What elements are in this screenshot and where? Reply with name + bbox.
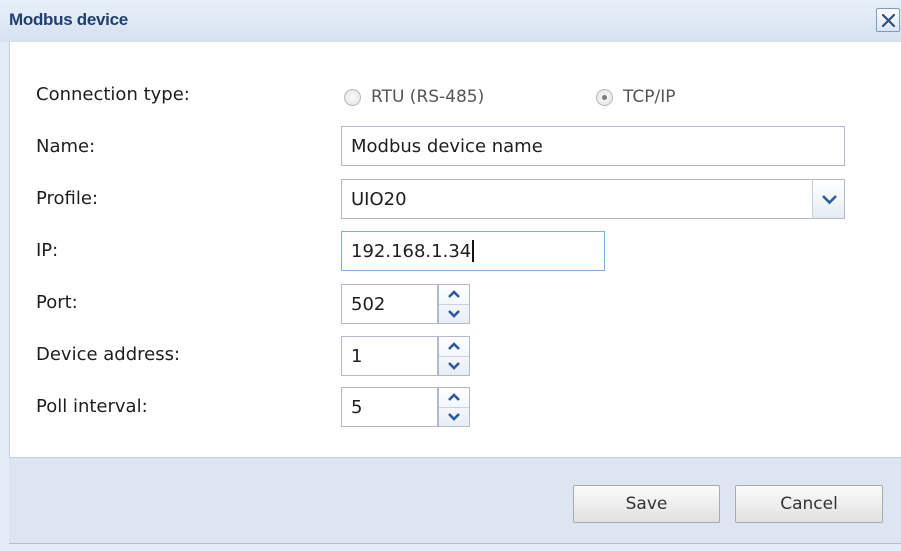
chevron-down-icon — [448, 413, 460, 421]
port-spinner[interactable] — [438, 284, 470, 324]
save-button-label: Save — [625, 494, 668, 514]
ip-label: IP: — [36, 240, 59, 261]
poll-interval-label: Poll interval: — [36, 396, 148, 417]
radio-rtu[interactable]: RTU (RS-485) — [344, 87, 484, 107]
cancel-button-label: Cancel — [780, 494, 838, 514]
device-address-label: Device address: — [36, 344, 181, 365]
device-address-field-value: 1 — [351, 345, 363, 367]
profile-select-value: UIO20 — [351, 188, 407, 210]
dialog-title: Modbus device — [9, 10, 128, 29]
profile-label: Profile: — [36, 188, 99, 209]
name-label: Name: — [36, 136, 96, 157]
poll-interval-spinner-down[interactable] — [439, 407, 469, 427]
cancel-button[interactable]: Cancel — [735, 485, 883, 523]
radio-tcpip[interactable]: TCP/IP — [596, 87, 676, 107]
port-spinner-up[interactable] — [439, 285, 469, 304]
chevron-up-icon — [448, 342, 460, 350]
device-address-spinner-down[interactable] — [439, 356, 469, 376]
dialog-bottom-edge — [9, 543, 901, 551]
chevron-down-icon — [448, 310, 460, 318]
device-address-spinner[interactable] — [438, 336, 470, 376]
radio-tcpip-circle[interactable] — [596, 88, 613, 106]
radio-rtu-circle[interactable] — [344, 88, 361, 106]
poll-interval-spinner-up[interactable] — [439, 388, 469, 407]
name-field[interactable]: Modbus device name — [341, 126, 845, 166]
ip-field[interactable]: 192.168.1.34 — [341, 231, 605, 271]
radio-rtu-label[interactable]: RTU (RS-485) — [371, 87, 484, 107]
profile-select[interactable]: UIO20 — [341, 179, 813, 219]
save-button[interactable]: Save — [573, 485, 720, 523]
chevron-down-icon — [822, 195, 837, 205]
chevron-up-icon — [448, 290, 460, 298]
poll-interval-spinner[interactable] — [438, 387, 470, 427]
close-button[interactable] — [876, 8, 900, 32]
port-field[interactable]: 502 — [341, 284, 438, 324]
modbus-device-dialog: Modbus device Connection type: RTU (RS-4… — [0, 0, 901, 551]
radio-tcpip-label[interactable]: TCP/IP — [623, 87, 676, 107]
name-field-value: Modbus device name — [351, 135, 543, 157]
device-address-field[interactable]: 1 — [341, 336, 438, 376]
port-label: Port: — [36, 292, 78, 313]
ip-field-value: 192.168.1.34 — [351, 240, 472, 262]
chevron-up-icon — [448, 393, 460, 401]
chevron-down-icon — [448, 362, 460, 370]
close-icon — [882, 14, 895, 27]
dialog-titlebar[interactable]: Modbus device — [0, 0, 901, 42]
device-address-spinner-up[interactable] — [439, 337, 469, 356]
profile-dropdown-button[interactable] — [812, 179, 845, 219]
text-caret — [472, 240, 475, 262]
poll-interval-field-value: 5 — [351, 396, 363, 418]
port-field-value: 502 — [351, 293, 386, 315]
port-spinner-down[interactable] — [439, 304, 469, 324]
connection-type-label: Connection type: — [36, 84, 190, 105]
poll-interval-field[interactable]: 5 — [341, 387, 438, 427]
